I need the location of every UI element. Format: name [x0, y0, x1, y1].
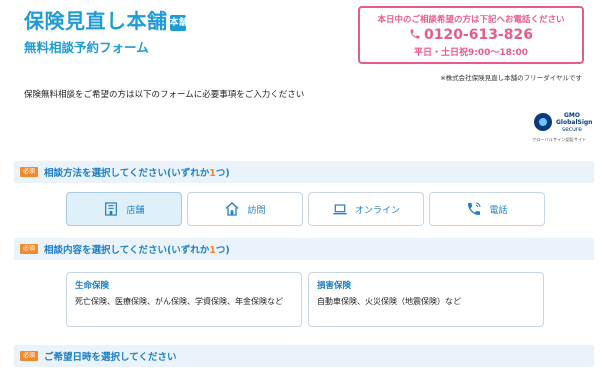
required-badge: 必須 [20, 351, 39, 361]
required-badge: 必須 [20, 167, 39, 177]
freedial-note: ※株式会社保険見直し本舗のフリーダイヤルです [440, 74, 582, 82]
section-title: 相談内容を選択してください(いずれか1つ) [44, 245, 230, 256]
form-intro-text: 保険無料相談をご希望の方は以下のフォームに必要事項をご入力ください [24, 90, 305, 100]
logo-title: 保険見直し本舗 本舗 [24, 5, 188, 34]
method-store-label: 店舗 [126, 205, 145, 216]
consult-method-options: 店舗 訪問 オンライン 電話 [66, 192, 546, 228]
logo-mark-icon: 本舗 [169, 15, 188, 31]
topic-title: 生命保険 [75, 281, 110, 291]
store-icon [105, 202, 118, 216]
method-online-label: オンライン [354, 205, 400, 216]
method-phone-button[interactable]: 電話 [429, 192, 545, 226]
logo-text: 保険見直し本舗 [24, 9, 168, 33]
method-store-button[interactable]: 店舗 [66, 192, 182, 226]
call-notice-box: 本日中のご相談希望の方は下記へお電話ください 0120-613-826 平日・土… [358, 6, 584, 64]
phone-icon [468, 202, 482, 215]
globalsign-seal[interactable]: GMO GlobalSign secure クローバルサイン認証サイト [532, 110, 596, 146]
section-preferred-datetime: 必須 ご希望日時を選択してください [14, 345, 594, 367]
globalsign-seal-icon [534, 113, 552, 131]
section-title: ご希望日時を選択してください [44, 352, 177, 363]
seal-caption: クローバルサイン認証サイト [532, 137, 587, 142]
seal-secure-text: secure [562, 126, 582, 133]
phone-number: 0120-613-826 [423, 27, 534, 43]
section-consult-method: 必須 相談方法を選択してください(いずれか1つ) [14, 161, 594, 183]
topic-description: 自動車保険、火災保険（地震保険）など [317, 297, 461, 306]
required-badge: 必須 [20, 244, 39, 254]
section-title: 相談方法を選択してください(いずれか1つ) [44, 168, 230, 179]
topic-life-insurance-card[interactable]: 生命保険 死亡保険、医療保険、がん保険、学資保険、年金保険など [66, 272, 302, 327]
phone-number-link[interactable]: 0120-613-826 [360, 27, 582, 43]
section-consult-topic: 必須 相談内容を選択してください(いずれか1つ) [14, 238, 594, 260]
house-icon [226, 202, 239, 216]
call-notice-text: 本日中のご相談希望の方は下記へお電話ください [377, 15, 565, 25]
method-phone-label: 電話 [489, 205, 508, 216]
seal-gmo-text: GMO [564, 112, 580, 119]
topic-title: 損害保険 [317, 281, 352, 291]
method-visit-button[interactable]: 訪問 [187, 192, 303, 226]
form-subtitle: 無料相談予約フォーム [24, 40, 149, 55]
topic-nonlife-insurance-card[interactable]: 損害保険 自動車保険、火災保険（地震保険）など [308, 272, 544, 327]
brand-logo: 保険見直し本舗 本舗 無料相談予約フォーム [24, 5, 188, 56]
laptop-icon [333, 204, 347, 215]
phone-icon [410, 29, 420, 39]
seal-globalsign-text: GlobalSign [556, 119, 593, 126]
method-online-button[interactable]: オンライン [308, 192, 424, 226]
method-visit-label: 訪問 [247, 205, 266, 216]
topic-description: 死亡保険、医療保険、がん保険、学資保険、年金保険など [75, 297, 283, 306]
business-hours: 平日・土日祝9:00〜18:00 [413, 48, 529, 58]
